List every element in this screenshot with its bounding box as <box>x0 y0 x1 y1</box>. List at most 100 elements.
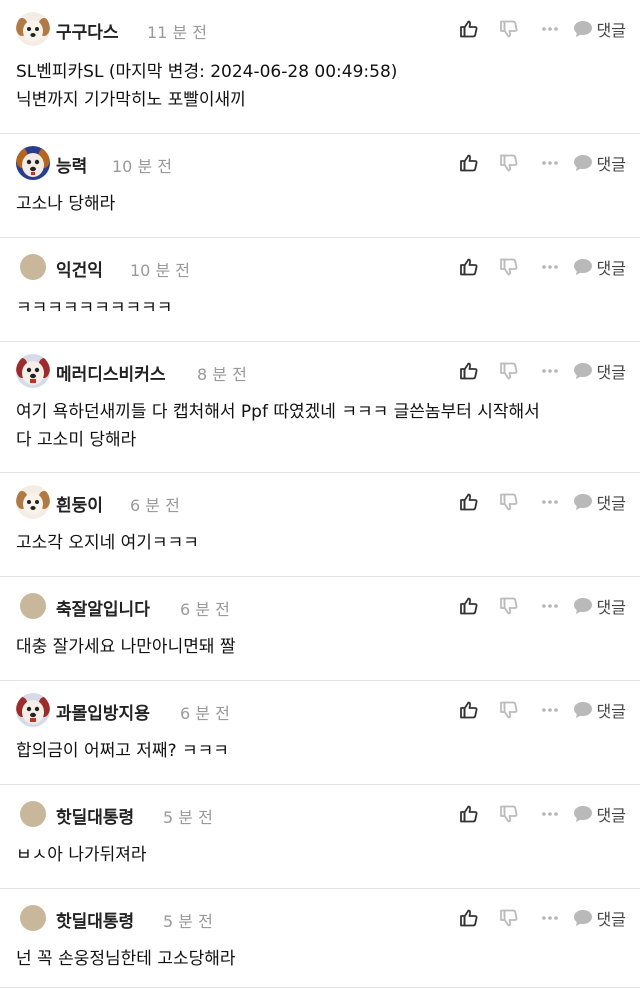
reply-button[interactable]: 댓글 <box>573 906 626 930</box>
thumbs-up-icon[interactable] <box>457 908 481 928</box>
thumbs-down-icon[interactable] <box>497 153 521 173</box>
more-options-icon[interactable] <box>537 264 563 270</box>
comment-actions: 댓글 <box>457 16 626 42</box>
speech-bubble-icon <box>573 701 593 719</box>
comment-actions: 댓글 <box>457 801 626 827</box>
more-options-icon[interactable] <box>537 707 563 713</box>
comment-item: 메러디스비커스 8 분 전 댓글여기 욕하던새끼들 다 캡처해서 Ppf 따였겠네 … <box>0 342 640 473</box>
reply-button[interactable]: 댓글 <box>573 698 626 722</box>
comment-item: 흰둥이 6 분 전 댓글고소각 오지네 여기ㅋㅋㅋ <box>0 473 640 577</box>
thumbs-down-icon[interactable] <box>497 596 521 616</box>
thumbs-down-icon[interactable] <box>497 804 521 824</box>
more-options-icon[interactable] <box>537 368 563 374</box>
more-options-icon[interactable] <box>537 499 563 505</box>
reply-button[interactable]: 댓글 <box>573 359 626 383</box>
more-options-icon[interactable] <box>537 160 563 166</box>
comment-author[interactable]: 과몰입방지용 <box>56 699 150 724</box>
comment-timestamp: 10 분 전 <box>112 157 172 176</box>
comment-text: 여기 욕하던새끼들 다 캡처해서 Ppf 따였겠네 ㅋㅋㅋ 글쓴놈부터 시작해서… <box>16 402 540 450</box>
comment-author[interactable]: 핫딜대통령 <box>56 907 134 932</box>
thumbs-down-icon[interactable] <box>497 700 521 720</box>
reply-button[interactable]: 댓글 <box>573 594 626 618</box>
comment-actions: 댓글 <box>457 150 626 176</box>
thumbs-down-icon[interactable] <box>497 361 521 381</box>
comment-item: 익건익 10 분 전 댓글 ㅋㅋㅋㅋㅋㅋㅋㅋㅋㅋ <box>0 238 640 342</box>
comment-actions: 댓글 <box>457 593 626 619</box>
more-options-icon[interactable] <box>537 603 563 609</box>
thumbs-up-icon[interactable] <box>457 153 481 173</box>
comment-item: 능력 10 분 전 댓글 고소나 당해라 <box>0 134 640 238</box>
comment-author[interactable]: 메러디스비커스 <box>56 360 165 385</box>
dog-face-avatar-blue[interactable] <box>16 146 50 180</box>
comment-text: ㅂㅅ아 나가뒤져라 <box>16 845 147 865</box>
comment-text: 대충 잘가세요 나만아니면돼 짤 <box>16 637 236 657</box>
comment-header: 구구다스 11 분 전 댓글 <box>0 12 640 46</box>
reply-button[interactable]: 댓글 <box>573 255 626 279</box>
thumbs-up-icon[interactable] <box>457 492 481 512</box>
thumbs-up-icon[interactable] <box>457 361 481 381</box>
reply-label: 댓글 <box>596 702 626 721</box>
comment-author[interactable]: 축잘알입니다 <box>56 595 150 620</box>
comment-author[interactable]: 능력 <box>56 152 87 177</box>
comment-header: 메러디스비커스 8 분 전 댓글 <box>0 354 640 388</box>
comment-timestamp: 6 분 전 <box>130 496 180 515</box>
more-options-icon[interactable] <box>537 26 563 32</box>
speech-bubble-icon <box>573 805 593 823</box>
comment-header: 흰둥이 6 분 전 댓글 <box>0 485 640 519</box>
dog-face-avatar-red[interactable] <box>16 354 50 388</box>
thumbs-down-icon[interactable] <box>497 908 521 928</box>
comment-item: 핫딜대통령 5 분 전 댓글 넌 꼭 손웅정님한테 고소당해라 <box>0 889 640 988</box>
default-avatar[interactable] <box>16 797 50 831</box>
reply-button[interactable]: 댓글 <box>573 490 626 514</box>
speech-bubble-icon <box>573 362 593 380</box>
thumbs-down-icon[interactable] <box>497 257 521 277</box>
reply-label: 댓글 <box>596 910 626 929</box>
default-avatar[interactable] <box>16 589 50 623</box>
comment-author[interactable]: 핫딜대통령 <box>56 803 134 828</box>
comment-actions: 댓글 <box>457 697 626 723</box>
default-avatar[interactable] <box>16 901 50 935</box>
speech-bubble-icon <box>573 20 593 38</box>
thumbs-down-icon[interactable] <box>497 492 521 512</box>
comment-item: 축잘알입니다 6 분 전 댓글대충 잘가세요 나만아니면돼 짤 <box>0 577 640 681</box>
comment-timestamp: 11 분 전 <box>147 23 207 42</box>
reply-label: 댓글 <box>596 598 626 617</box>
comment-timestamp: 5 분 전 <box>163 808 213 827</box>
comment-author[interactable]: 흰둥이 <box>56 491 103 516</box>
reply-button[interactable]: 댓글 <box>573 17 626 41</box>
comment-text: 고소각 오지네 여기ㅋㅋㅋ <box>16 533 199 553</box>
comment-header: 핫딜대통령 5 분 전 댓글 <box>0 797 640 831</box>
comment-author[interactable]: 구구다스 <box>56 18 119 43</box>
reply-button[interactable]: 댓글 <box>573 151 626 175</box>
comment-actions: 댓글 <box>457 254 626 280</box>
reply-label: 댓글 <box>596 155 626 174</box>
default-avatar[interactable] <box>16 250 50 284</box>
puppy-avatar[interactable] <box>16 12 50 46</box>
speech-bubble-icon <box>573 154 593 172</box>
reply-label: 댓글 <box>596 494 626 513</box>
comment-actions: 댓글 <box>457 905 626 931</box>
thumbs-up-icon[interactable] <box>457 19 481 39</box>
speech-bubble-icon <box>573 493 593 511</box>
more-options-icon[interactable] <box>537 915 563 921</box>
reply-button[interactable]: 댓글 <box>573 802 626 826</box>
puppy-avatar[interactable] <box>16 485 50 519</box>
comment-actions: 댓글 <box>457 358 626 384</box>
comment-header: 축잘알입니다 6 분 전 댓글 <box>0 589 640 623</box>
reply-label: 댓글 <box>596 21 626 40</box>
comment-author[interactable]: 익건익 <box>56 256 103 281</box>
dog-face-avatar-red[interactable] <box>16 693 50 727</box>
comment-text: 넌 꼭 손웅정님한테 고소당해라 <box>16 949 236 969</box>
comment-list: 구구다스 11 분 전 댓글 SL벤피카SL (마지막 변경: 2024-06-28 … <box>0 0 640 988</box>
thumbs-up-icon[interactable] <box>457 596 481 616</box>
thumbs-up-icon[interactable] <box>457 804 481 824</box>
reply-label: 댓글 <box>596 806 626 825</box>
comment-text: SL벤피카SL (마지막 변경: 2024-06-28 00:49:58) 닉변… <box>16 62 398 110</box>
thumbs-up-icon[interactable] <box>457 700 481 720</box>
comment-header: 익건익 10 분 전 댓글 <box>0 250 640 284</box>
more-options-icon[interactable] <box>537 811 563 817</box>
thumbs-up-icon[interactable] <box>457 257 481 277</box>
comment-text: 합의금이 어쩌고 저째? ㅋㅋㅋ <box>16 741 229 761</box>
reply-label: 댓글 <box>596 363 626 382</box>
thumbs-down-icon[interactable] <box>497 19 521 39</box>
